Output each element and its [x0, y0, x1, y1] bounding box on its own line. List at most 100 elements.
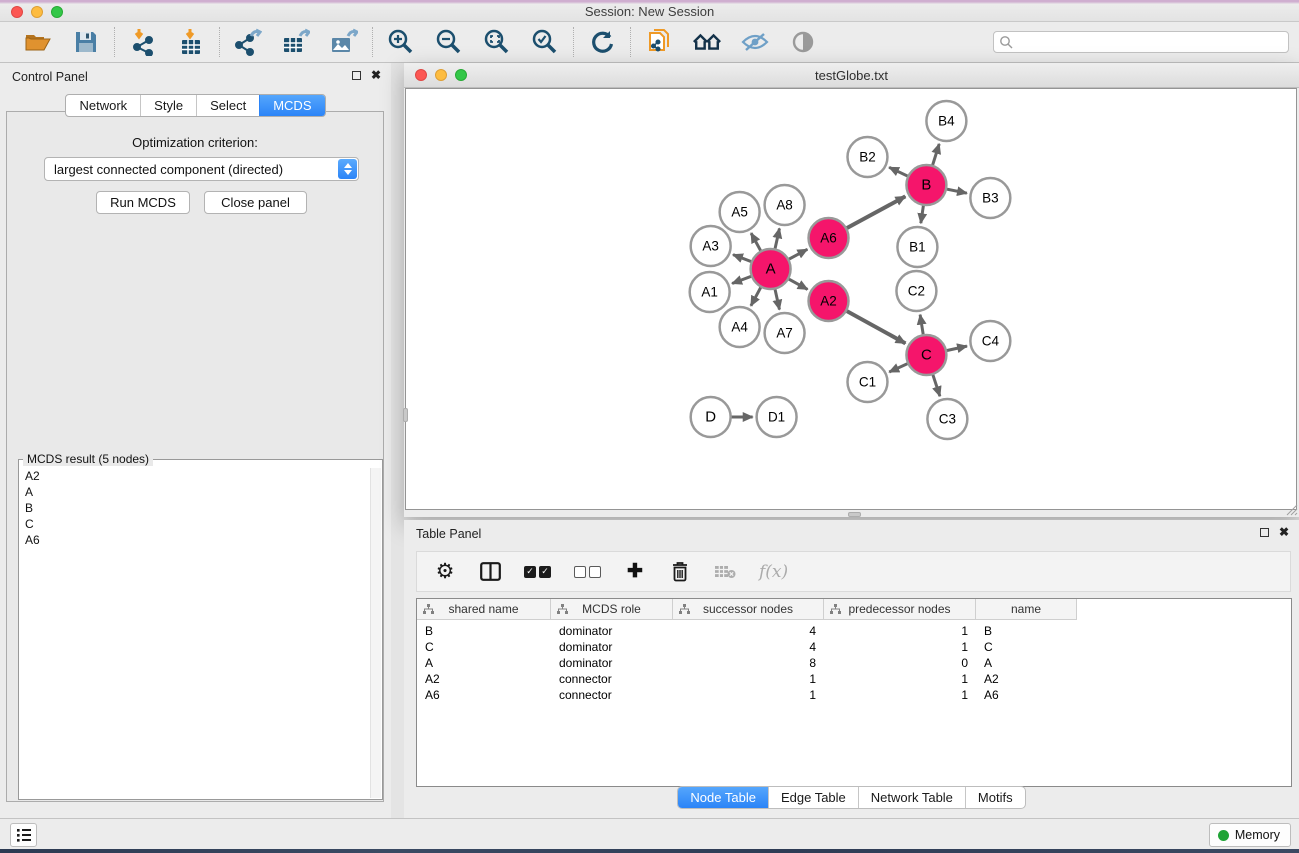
- svg-text:C: C: [921, 346, 932, 363]
- clone-network-icon[interactable]: [644, 27, 674, 57]
- export-table-icon[interactable]: [281, 27, 311, 57]
- open-session-icon[interactable]: [23, 27, 53, 57]
- tab-edge-table[interactable]: Edge Table: [768, 787, 858, 808]
- table-row[interactable]: A2connector11A2: [417, 671, 1291, 687]
- add-row-icon[interactable]: ✚: [624, 560, 646, 584]
- node-A4[interactable]: A4: [720, 307, 760, 347]
- result-item[interactable]: A2: [25, 468, 364, 484]
- node-C1[interactable]: C1: [848, 362, 888, 402]
- node-B[interactable]: B: [906, 165, 946, 205]
- node-A7[interactable]: A7: [765, 313, 805, 353]
- hide-detail-eye-icon[interactable]: [740, 27, 770, 57]
- network-window-titlebar[interactable]: testGlobe.txt: [404, 63, 1299, 88]
- column-header-predecessor-nodes[interactable]: predecessor nodes: [824, 599, 976, 620]
- refresh-icon[interactable]: [587, 27, 617, 57]
- select-all-rows-icon[interactable]: ✓✓: [524, 560, 551, 584]
- node-A[interactable]: A: [751, 249, 791, 289]
- table-row[interactable]: A6connector11A6: [417, 687, 1291, 703]
- export-network-icon[interactable]: [233, 27, 263, 57]
- canvas-vscroll-thumb[interactable]: [403, 408, 408, 422]
- column-header-shared-name[interactable]: shared name: [417, 599, 551, 620]
- table-row[interactable]: Bdominator41B: [417, 623, 1291, 639]
- column-header-successor-nodes[interactable]: successor nodes: [673, 599, 824, 620]
- memory-button[interactable]: Memory: [1209, 823, 1291, 847]
- tab-motifs[interactable]: Motifs: [965, 787, 1025, 808]
- export-image-icon[interactable]: [329, 27, 359, 57]
- column-header-name[interactable]: name: [976, 599, 1077, 620]
- criterion-value: largest connected component (directed): [54, 162, 283, 177]
- result-item[interactable]: C: [25, 516, 364, 532]
- table-header-row: shared nameMCDS rolesuccessor nodesprede…: [417, 599, 1291, 620]
- float-panel-icon[interactable]: [352, 71, 361, 80]
- delete-column-icon[interactable]: [714, 560, 736, 584]
- float-table-panel-icon[interactable]: [1260, 528, 1269, 537]
- node-B3[interactable]: B3: [970, 178, 1010, 218]
- svg-text:A1: A1: [701, 284, 717, 299]
- zoom-in-icon[interactable]: [386, 27, 416, 57]
- node-A6[interactable]: A6: [809, 218, 849, 258]
- cell-MCDS-role: dominator: [551, 639, 673, 655]
- node-A5[interactable]: A5: [720, 192, 760, 232]
- network-canvas[interactable]: B4 B2 B B3 A8A5 A6 A3 B1 A C2 A1 A2 A4A7 C4 C C1 C3 D D1: [405, 88, 1297, 510]
- tab-select[interactable]: Select: [196, 95, 259, 116]
- node-D[interactable]: D: [691, 397, 731, 437]
- node-C2[interactable]: C2: [896, 271, 936, 311]
- function-builder-icon[interactable]: f(x): [759, 560, 788, 584]
- node-C3[interactable]: C3: [927, 399, 967, 439]
- zoom-selected-icon[interactable]: [530, 27, 560, 57]
- node-B1[interactable]: B1: [897, 227, 937, 267]
- mcds-result-box: MCDS result (5 nodes) A2ABCA6: [18, 459, 383, 800]
- mcds-panel: Optimization criterion: largest connecte…: [6, 111, 384, 802]
- deselect-all-rows-icon[interactable]: [574, 560, 601, 584]
- zoom-fit-icon[interactable]: [482, 27, 512, 57]
- save-session-icon[interactable]: [71, 27, 101, 57]
- run-mcds-button[interactable]: Run MCDS: [96, 191, 190, 214]
- columns-icon[interactable]: [479, 560, 501, 584]
- status-bar: Memory: [0, 818, 1299, 849]
- table-row[interactable]: Adominator80A: [417, 655, 1291, 671]
- network-view-window: testGlobe.txt B4 B2 B B3 A8A5 A6 A3 B1 A C2 A1 A2 A4…: [404, 63, 1299, 517]
- import-network-icon[interactable]: [128, 27, 158, 57]
- table-row[interactable]: Cdominator41C: [417, 639, 1291, 655]
- canvas-hscroll-thumb[interactable]: [848, 512, 861, 517]
- cell-shared-name: A2: [417, 671, 551, 687]
- import-table-icon[interactable]: [176, 27, 206, 57]
- search-input[interactable]: [993, 31, 1289, 53]
- tab-style[interactable]: Style: [140, 95, 196, 116]
- column-header-MCDS-role[interactable]: MCDS role: [551, 599, 673, 620]
- result-scrollbar[interactable]: [370, 468, 381, 798]
- home-icon[interactable]: [692, 27, 722, 57]
- tab-network-table[interactable]: Network Table: [858, 787, 965, 808]
- tab-network[interactable]: Network: [66, 95, 140, 116]
- session-title: Session: New Session: [0, 4, 1299, 19]
- network-graph[interactable]: B4 B2 B B3 A8A5 A6 A3 B1 A C2 A1 A2 A4A7 C4 C C1 C3 D D1: [406, 89, 1296, 509]
- tab-mcds[interactable]: MCDS: [259, 95, 324, 116]
- show-detail-eye-icon[interactable]: [788, 27, 818, 57]
- zoom-out-icon[interactable]: [434, 27, 464, 57]
- result-item[interactable]: A: [25, 484, 364, 500]
- titlebar: Session: New Session: [0, 0, 1299, 22]
- node-B2[interactable]: B2: [848, 137, 888, 177]
- search-icon: [999, 35, 1014, 50]
- node-C[interactable]: C: [906, 335, 946, 375]
- result-item[interactable]: A6: [25, 532, 364, 548]
- close-panel-icon[interactable]: ✖: [371, 70, 381, 80]
- node-A2[interactable]: A2: [809, 281, 849, 321]
- cell-shared-name: A6: [417, 687, 551, 703]
- close-table-panel-icon[interactable]: ✖: [1279, 527, 1289, 537]
- resize-grip[interactable]: [1286, 504, 1298, 516]
- tab-node-table[interactable]: Node Table: [678, 787, 768, 808]
- criterion-dropdown[interactable]: largest connected component (directed): [44, 157, 359, 181]
- close-panel-button[interactable]: Close panel: [204, 191, 307, 214]
- task-history-button[interactable]: [10, 823, 37, 847]
- node-C4[interactable]: C4: [970, 321, 1010, 361]
- node-A1[interactable]: A1: [690, 272, 730, 312]
- node-D1[interactable]: D1: [757, 397, 797, 437]
- node-A3[interactable]: A3: [691, 226, 731, 266]
- node-B4[interactable]: B4: [926, 101, 966, 141]
- table-settings-icon[interactable]: ⚙: [434, 560, 456, 584]
- delete-row-icon[interactable]: [669, 560, 691, 584]
- node-A8[interactable]: A8: [765, 185, 805, 225]
- result-item[interactable]: B: [25, 500, 364, 516]
- control-panel: Control Panel ✖ NetworkStyleSelectMCDS O…: [0, 63, 391, 818]
